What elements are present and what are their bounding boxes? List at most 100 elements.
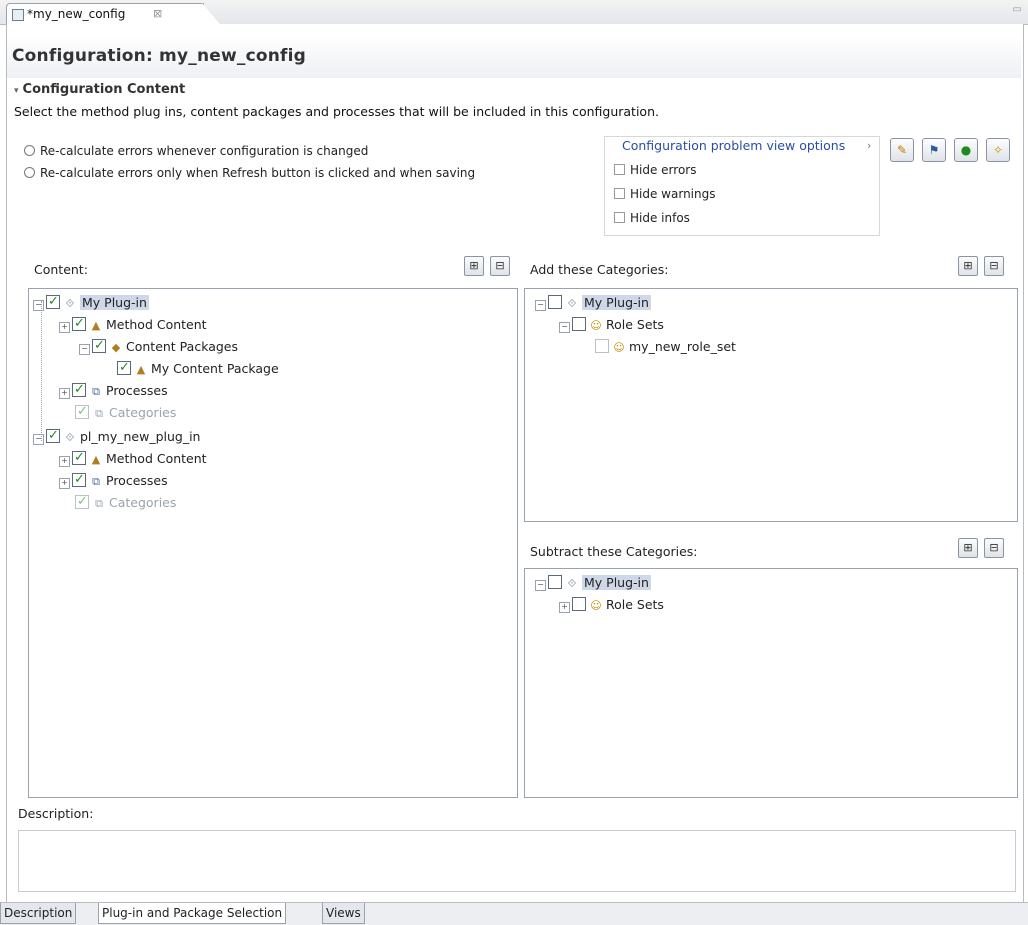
- content-package-icon: ▲: [136, 363, 146, 376]
- subtract-expand-all-button[interactable]: ⊞: [958, 538, 978, 558]
- add-categories-tree[interactable]: − ⟐ My Plug-in − ☺ Role Sets ☺ my_new_role_se…: [524, 288, 1018, 522]
- tree-item[interactable]: + ⧉ Processes: [59, 470, 168, 491]
- hide-warnings-checkbox[interactable]: Hide warnings: [614, 187, 715, 201]
- expand-icon[interactable]: +: [559, 602, 570, 613]
- checkbox-icon[interactable]: [548, 295, 562, 309]
- collapse-icon[interactable]: −: [559, 322, 570, 333]
- checkbox-icon[interactable]: [92, 336, 106, 356]
- plugin-icon: ⟐: [65, 431, 75, 444]
- collapse-icon[interactable]: −: [33, 300, 44, 311]
- subtract-categories-tree[interactable]: − ⟐ My Plug-in + ☺ Role Sets: [524, 568, 1018, 798]
- tree-item[interactable]: + ▲ Method Content: [59, 448, 207, 469]
- chevron-icon[interactable]: ›: [867, 139, 871, 152]
- checkbox-icon[interactable]: [572, 317, 586, 331]
- minimize-icon[interactable]: ▭: [1013, 4, 1022, 15]
- view-options-link[interactable]: Configuration problem view options: [622, 138, 845, 153]
- editor-tab[interactable]: *my_new_config ⊠: [6, 3, 204, 25]
- tree-item-label: My Plug-in: [80, 295, 149, 310]
- config-file-icon: [12, 9, 24, 21]
- checkbox-icon[interactable]: [72, 470, 86, 490]
- checkbox-icon[interactable]: [614, 164, 625, 175]
- method-content-icon: ▲: [91, 319, 101, 332]
- expand-all-icon: ⊞: [963, 541, 973, 554]
- close-icon[interactable]: ⊠: [153, 4, 162, 24]
- tree-item[interactable]: ⧉ Categories: [75, 402, 176, 423]
- section-header[interactable]: ▾ Configuration Content: [14, 82, 185, 97]
- checkbox-icon[interactable]: [614, 188, 625, 199]
- tab-views[interactable]: Views: [322, 903, 365, 924]
- tree-item[interactable]: + ☺ Role Sets: [559, 595, 664, 615]
- expand-all-button[interactable]: ⊞: [464, 256, 484, 276]
- tab-description[interactable]: Description: [0, 903, 77, 924]
- add-collapse-all-button[interactable]: ⊟: [984, 256, 1004, 276]
- collapse-icon[interactable]: ▾: [14, 86, 19, 96]
- tree-item[interactable]: − ⟐ My Plug-in: [33, 292, 149, 313]
- package-icon: ◆: [111, 341, 121, 354]
- radio-label: Re-calculate errors whenever configurati…: [40, 144, 369, 158]
- expand-icon[interactable]: +: [59, 478, 70, 489]
- tree-item-label: Processes: [106, 473, 168, 488]
- tree-item[interactable]: − ⟐ My Plug-in: [535, 293, 651, 313]
- checkbox-icon[interactable]: [572, 597, 586, 611]
- checkbox-icon[interactable]: [117, 358, 131, 378]
- collapse-all-button[interactable]: ⊟: [490, 256, 510, 276]
- processes-icon: ⧉: [92, 475, 100, 488]
- tree-item[interactable]: − ☺ Role Sets: [559, 315, 664, 335]
- checkbox-icon[interactable]: [72, 448, 86, 468]
- refresh-button[interactable]: ●: [954, 138, 978, 162]
- description-field[interactable]: [18, 830, 1016, 892]
- role-sets-icon: ☺: [590, 319, 602, 332]
- checkbox-icon[interactable]: [46, 426, 60, 446]
- tree-item[interactable]: + ▲ Method Content: [59, 314, 207, 335]
- collapse-icon[interactable]: −: [535, 580, 546, 591]
- checkbox-icon[interactable]: [75, 492, 89, 512]
- show-hidden-button[interactable]: ⚑: [922, 138, 946, 162]
- checkbox-icon[interactable]: [75, 402, 89, 422]
- tree-item-label: pl_my_new_plug_in: [80, 429, 201, 444]
- tree-item[interactable]: ▲ My Content Package: [117, 358, 279, 379]
- checkbox-icon[interactable]: [595, 339, 609, 353]
- plugin-icon: ⟐: [567, 577, 577, 590]
- section-description: Select the method plug ins, content pack…: [14, 104, 659, 119]
- checkbox-icon[interactable]: [548, 575, 562, 589]
- add-expand-all-button[interactable]: ⊞: [958, 256, 978, 276]
- tree-item[interactable]: ☺ my_new_role_set: [595, 337, 736, 357]
- hide-selected-button[interactable]: ✎: [890, 138, 914, 162]
- tab-plugin-package-selection[interactable]: Plug-in and Package Selection: [98, 903, 287, 924]
- content-tree[interactable]: − ⟐ My Plug-in + ▲ Method Content − ◆ Content …: [28, 288, 518, 798]
- tree-item-label: Processes: [106, 383, 168, 398]
- collapse-icon[interactable]: −: [79, 344, 90, 355]
- radio-recalc-always[interactable]: Re-calculate errors whenever configurati…: [24, 144, 368, 158]
- expand-icon[interactable]: +: [59, 388, 70, 399]
- collapse-icon[interactable]: −: [33, 434, 44, 445]
- collapse-all-icon: ⊟: [989, 259, 999, 272]
- description-label: Description:: [18, 806, 94, 821]
- hide-errors-checkbox[interactable]: Hide errors: [614, 163, 696, 177]
- method-content-icon: ▲: [91, 453, 101, 466]
- radio-icon[interactable]: [24, 167, 35, 178]
- tree-item-label: My Plug-in: [582, 295, 651, 310]
- expand-all-icon: ⊞: [469, 259, 479, 272]
- subtract-collapse-all-button[interactable]: ⊟: [984, 538, 1004, 558]
- radio-icon[interactable]: [24, 145, 35, 156]
- tree-item[interactable]: ⧉ Categories: [75, 492, 176, 513]
- tree-item[interactable]: − ⟐ pl_my_new_plug_in: [33, 426, 201, 447]
- tree-item[interactable]: + ⧉ Processes: [59, 380, 168, 401]
- tree-item[interactable]: − ◆ Content Packages: [79, 336, 238, 357]
- checkbox-icon[interactable]: [46, 292, 60, 312]
- checkbox-icon[interactable]: [614, 212, 625, 223]
- expand-icon[interactable]: +: [59, 456, 70, 467]
- hide-infos-checkbox[interactable]: Hide infos: [614, 211, 690, 225]
- checkbox-icon[interactable]: [72, 314, 86, 334]
- section-title: Configuration Content: [22, 82, 186, 97]
- collapse-icon[interactable]: −: [535, 300, 546, 311]
- form-title: Configuration: my_new_config: [12, 46, 307, 66]
- tree-item-label: My Content Package: [151, 361, 279, 376]
- wand-icon: ✧: [992, 143, 1004, 157]
- checkbox-icon[interactable]: [72, 380, 86, 400]
- radio-recalc-on-refresh[interactable]: Re-calculate errors only when Refresh bu…: [24, 166, 475, 180]
- tree-item[interactable]: − ⟐ My Plug-in: [535, 573, 651, 593]
- fix-warnings-button[interactable]: ✧: [986, 138, 1010, 162]
- plugin-icon: ⟐: [567, 297, 577, 310]
- expand-icon[interactable]: +: [59, 322, 70, 333]
